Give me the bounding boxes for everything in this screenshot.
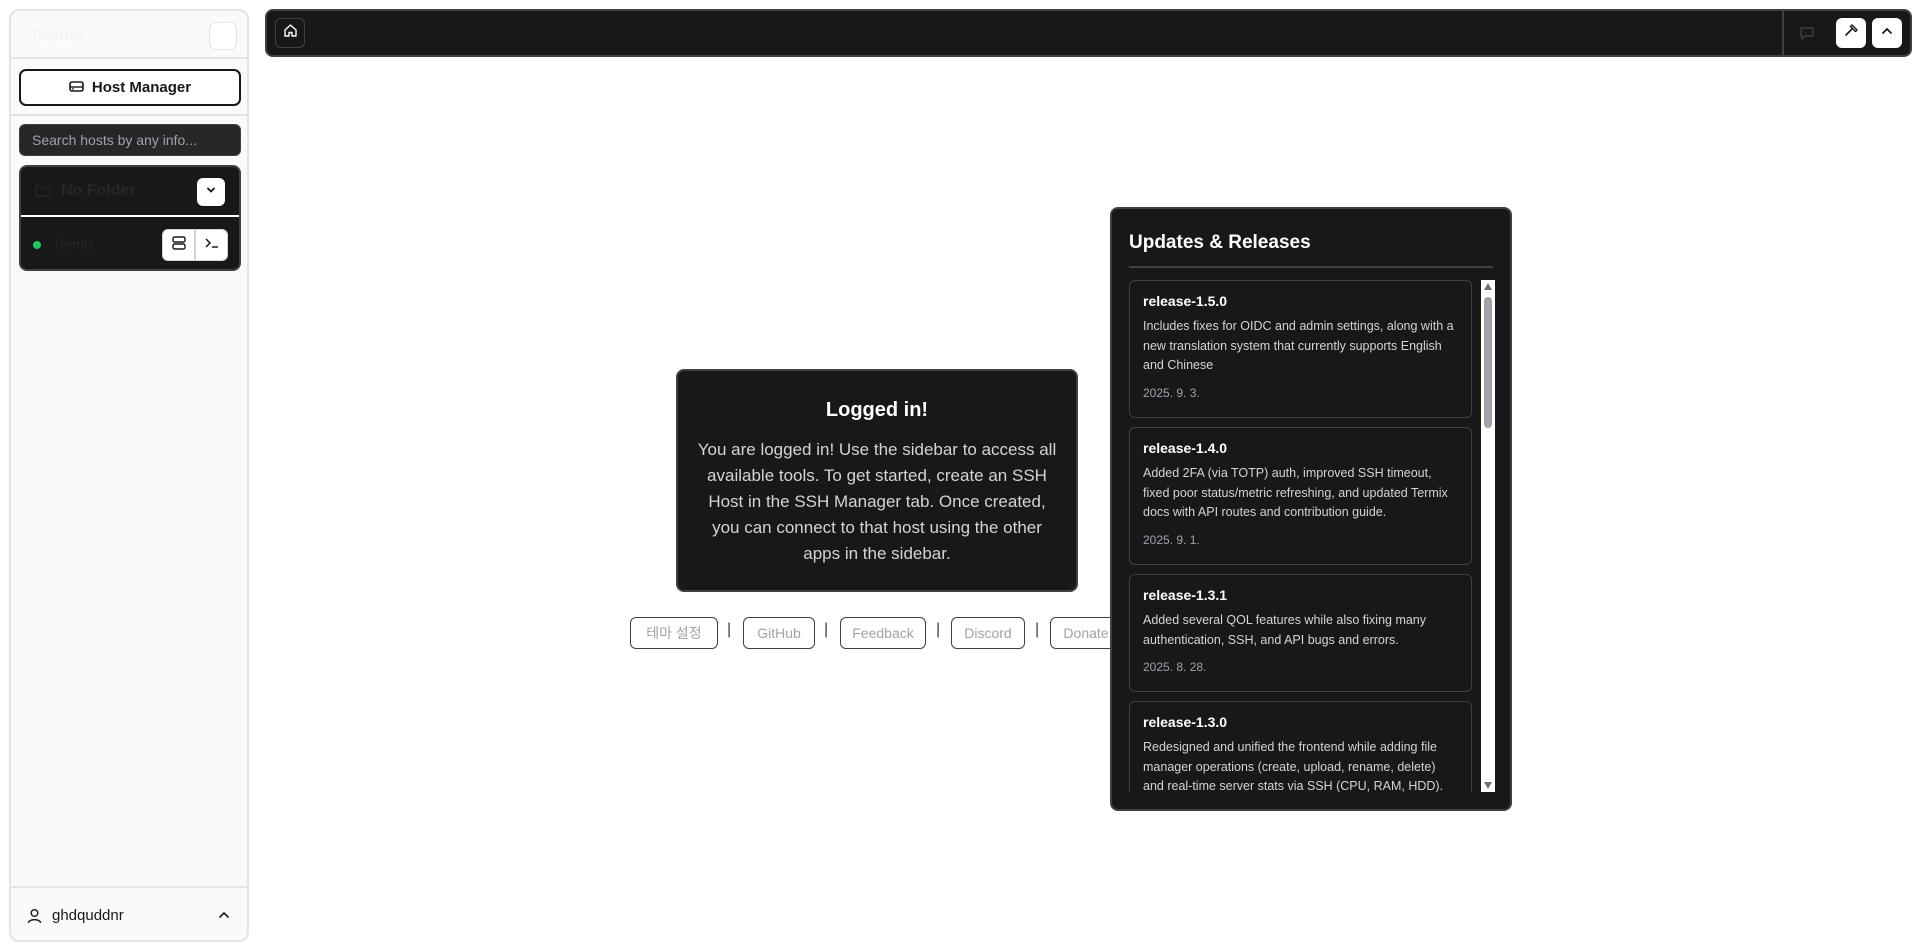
- link-separator: |: [727, 621, 732, 638]
- message-square-icon[interactable]: [1799, 25, 1815, 41]
- scroll-up-arrow[interactable]: [1484, 283, 1492, 290]
- release-date: 2025. 9. 1.: [1143, 532, 1200, 547]
- release-date: 2025. 9. 3.: [1143, 385, 1200, 400]
- terminal-icon: [204, 235, 220, 256]
- host-name: Termix: [53, 236, 95, 252]
- release-item[interactable]: release-1.3.0 Redesigned and unified the…: [1129, 701, 1472, 792]
- scrollbar[interactable]: [1481, 280, 1495, 792]
- updates-divider: [1129, 266, 1493, 268]
- user-menu[interactable]: ghdquddnr: [11, 886, 247, 940]
- folder-icon: [35, 184, 51, 197]
- sidebar-toggle-button[interactable]: [209, 22, 237, 50]
- sidebar-divider: [11, 114, 247, 116]
- theme-settings-link[interactable]: 테마 설정: [630, 617, 718, 649]
- scrollbar-thumb[interactable]: [1484, 297, 1492, 428]
- folder-collapse-button[interactable]: [197, 178, 225, 206]
- release-item[interactable]: release-1.5.0 Includes fixes for OIDC an…: [1129, 280, 1472, 418]
- tools-button[interactable]: [1836, 18, 1866, 48]
- chevron-up-icon: [217, 908, 231, 922]
- login-title: Logged in!: [825, 399, 929, 421]
- toolbar-divider: [1782, 11, 1784, 55]
- folder-header[interactable]: No Folder: [21, 167, 239, 217]
- host-manager-button[interactable]: Host Manager: [19, 69, 241, 106]
- home-icon: [283, 23, 298, 43]
- feedback-link[interactable]: Feedback: [840, 617, 926, 649]
- release-item[interactable]: release-1.3.1 Added several QOL features…: [1129, 574, 1472, 692]
- host-item[interactable]: Termix: [21, 219, 239, 269]
- hammer-icon: [1844, 23, 1859, 43]
- folder-name: No Folder: [61, 182, 136, 199]
- chevron-up-icon: [1880, 24, 1894, 43]
- release-description: Added several QOL features while also fi…: [1143, 613, 1427, 647]
- link-separator: |: [1035, 621, 1040, 638]
- updates-panel: Updates & Releases release-1.5.0 Include…: [1110, 207, 1512, 811]
- release-name: release-1.3.1: [1143, 587, 1228, 603]
- release-date: 2025. 8. 28.: [1143, 660, 1207, 674]
- release-item[interactable]: release-1.4.0 Added 2FA (via TOTP) auth,…: [1129, 427, 1472, 565]
- login-card: Logged in! You are logged in! Use the si…: [676, 369, 1078, 592]
- release-name: release-1.4.0: [1143, 440, 1228, 456]
- chevron-down-icon: [205, 183, 217, 201]
- release-name: release-1.3.0: [1143, 714, 1228, 730]
- discord-link[interactable]: Discord: [951, 617, 1025, 649]
- release-description: Includes fixes for OIDC and admin settin…: [1143, 319, 1454, 372]
- host-server-button[interactable]: [162, 229, 195, 261]
- search-input[interactable]: [19, 124, 241, 156]
- github-link[interactable]: GitHub: [743, 617, 815, 649]
- status-indicator: [33, 241, 41, 249]
- host-manager-label: Host Manager: [91, 79, 192, 96]
- updates-title: Updates & Releases: [1129, 232, 1311, 253]
- sidebar-header: Termix: [11, 11, 247, 59]
- sidebar: Termix Host Manager No Folder Termix: [9, 9, 249, 942]
- release-list[interactable]: release-1.5.0 Includes fixes for OIDC an…: [1129, 280, 1495, 792]
- hard-drive-icon: [69, 79, 84, 96]
- app-title: Termix: [29, 26, 84, 45]
- scroll-down-arrow[interactable]: [1484, 782, 1492, 789]
- release-description: Added 2FA (via TOTP) auth, improved SSH …: [1143, 466, 1448, 519]
- username: ghdquddnr: [52, 907, 124, 924]
- link-separator: |: [936, 621, 941, 638]
- top-bar: [265, 9, 1912, 57]
- folder-group: No Folder Termix: [19, 165, 241, 271]
- host-terminal-button[interactable]: [195, 229, 228, 261]
- login-message: You are logged in! Use the sidebar to ac…: [697, 440, 1057, 563]
- link-separator: |: [824, 621, 829, 638]
- user-icon: [27, 908, 42, 924]
- server-icon: [171, 235, 187, 256]
- home-button[interactable]: [275, 18, 305, 48]
- release-name: release-1.5.0: [1143, 293, 1228, 309]
- collapse-topbar-button[interactable]: [1872, 18, 1902, 48]
- release-description: Redesigned and unified the frontend whil…: [1143, 740, 1444, 792]
